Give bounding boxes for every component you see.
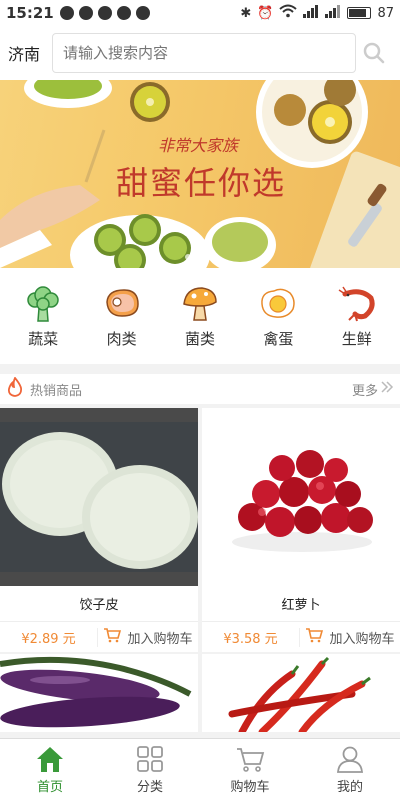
grid-icon bbox=[137, 746, 163, 772]
category-mushrooms[interactable]: 菌类 bbox=[164, 284, 236, 349]
dumpling-wrapper-photo bbox=[0, 422, 198, 572]
pager-dot[interactable] bbox=[185, 254, 191, 260]
category-label: 蔬菜 bbox=[28, 329, 59, 348]
egg-icon bbox=[261, 288, 296, 318]
battery-percent: 87 bbox=[377, 5, 394, 21]
notification-icon bbox=[135, 6, 150, 20]
add-to-cart-button[interactable]: 加入购物车 bbox=[98, 627, 198, 647]
search-input[interactable] bbox=[63, 44, 355, 62]
product-card[interactable] bbox=[0, 654, 198, 732]
product-card[interactable]: 饺子皮 ¥2.89 元 加入购物车 bbox=[0, 408, 198, 652]
product-name[interactable]: 红萝卜 bbox=[202, 586, 400, 622]
category-label: 肉类 bbox=[106, 329, 137, 348]
product-price: ¥2.89 元 bbox=[0, 627, 98, 647]
tab-label: 购物车 bbox=[230, 780, 270, 795]
eggplant-photo bbox=[0, 654, 198, 732]
search-icon[interactable] bbox=[356, 42, 392, 64]
signal-icon bbox=[303, 4, 319, 22]
cart-icon bbox=[305, 627, 324, 647]
hot-products-header: 热销商品 更多 bbox=[0, 374, 400, 404]
meat-icon bbox=[105, 288, 139, 317]
category-label: 菌类 bbox=[184, 329, 215, 348]
red-radish-photo bbox=[202, 422, 400, 572]
banner-title: 甜蜜任你选 bbox=[116, 164, 287, 202]
broccoli-icon bbox=[27, 285, 59, 322]
category-eggs[interactable]: 禽蛋 bbox=[242, 284, 314, 349]
tab-profile[interactable]: 我的 bbox=[300, 739, 400, 800]
add-to-cart-button[interactable]: 加入购物车 bbox=[300, 627, 400, 647]
mushroom-icon bbox=[183, 286, 217, 321]
section-title: 热销商品 bbox=[30, 383, 83, 399]
tab-label: 我的 bbox=[336, 780, 363, 795]
tab-home[interactable]: 首页 bbox=[0, 739, 100, 800]
add-to-cart-label: 加入购物车 bbox=[329, 631, 395, 647]
product-image[interactable] bbox=[202, 408, 400, 586]
double-chevron-right-icon bbox=[380, 381, 394, 397]
tab-label: 首页 bbox=[36, 780, 63, 795]
notification-icons bbox=[59, 6, 150, 20]
product-card[interactable] bbox=[202, 654, 400, 732]
add-to-cart-label: 加入购物车 bbox=[127, 631, 193, 647]
user-icon bbox=[337, 746, 363, 773]
flame-icon bbox=[6, 376, 24, 401]
product-price: ¥3.58 元 bbox=[202, 627, 300, 647]
notification-icon bbox=[78, 6, 93, 20]
app-page: 15:21 ✱ ⏰ 87 济南 请输入搜索内容 非常大家族 甜蜜任你选 蔬菜 肉… bbox=[0, 0, 400, 800]
city-selector[interactable]: 济南 bbox=[8, 41, 48, 65]
pager-dot[interactable] bbox=[209, 254, 215, 260]
category-label: 生鲜 bbox=[341, 329, 372, 348]
status-right: ✱ ⏰ 87 bbox=[240, 4, 394, 22]
banner-pager bbox=[0, 254, 400, 260]
notification-icon bbox=[59, 6, 74, 20]
tab-category[interactable]: 分类 bbox=[100, 739, 200, 800]
more-label: 更多 bbox=[351, 383, 378, 399]
bluetooth-icon: ✱ bbox=[240, 5, 252, 21]
notification-icon bbox=[116, 6, 131, 20]
notification-icon bbox=[97, 6, 112, 20]
pager-dot[interactable] bbox=[197, 254, 203, 260]
product-grid: 饺子皮 ¥2.89 元 加入购物车 红萝卜 ¥3.58 元 加入购物车 bbox=[0, 404, 400, 732]
product-buy-row: ¥3.58 元 加入购物车 bbox=[202, 622, 400, 652]
alarm-icon: ⏰ bbox=[257, 5, 274, 21]
cart-icon bbox=[237, 748, 265, 772]
category-label: 禽蛋 bbox=[263, 329, 294, 348]
product-name[interactable]: 饺子皮 bbox=[0, 586, 198, 622]
banner-subtitle: 非常大家族 bbox=[158, 136, 239, 155]
search-box[interactable] bbox=[52, 33, 356, 73]
search-header: 济南 bbox=[0, 26, 400, 80]
product-card[interactable]: 红萝卜 ¥3.58 元 加入购物车 bbox=[202, 408, 400, 652]
battery-icon bbox=[347, 7, 372, 19]
category-vegetables[interactable]: 蔬菜 bbox=[7, 284, 79, 349]
home-icon bbox=[37, 747, 63, 772]
cart-icon bbox=[103, 627, 122, 647]
status-bar: 15:21 ✱ ⏰ 87 bbox=[0, 0, 400, 26]
category-nav: 蔬菜 肉类 菌类 禽蛋 生鲜 bbox=[0, 268, 400, 364]
product-buy-row: ¥2.89 元 加入购物车 bbox=[0, 622, 198, 652]
status-time: 15:21 bbox=[6, 4, 54, 22]
red-chili-photo bbox=[202, 654, 400, 732]
bottom-tab-bar: 首页 分类 购物车 我的 bbox=[0, 738, 400, 800]
tab-cart[interactable]: 购物车 bbox=[200, 739, 300, 800]
signal-icon bbox=[325, 4, 341, 22]
category-seafood[interactable]: 生鲜 bbox=[321, 284, 393, 349]
tab-label: 分类 bbox=[136, 780, 163, 795]
wifi-icon bbox=[279, 4, 298, 22]
shrimp-icon bbox=[338, 286, 375, 321]
promo-banner[interactable]: 非常大家族 甜蜜任你选 bbox=[0, 80, 400, 268]
product-image[interactable] bbox=[0, 408, 198, 586]
category-meat[interactable]: 肉类 bbox=[86, 284, 158, 349]
more-link[interactable]: 更多 bbox=[352, 380, 394, 399]
